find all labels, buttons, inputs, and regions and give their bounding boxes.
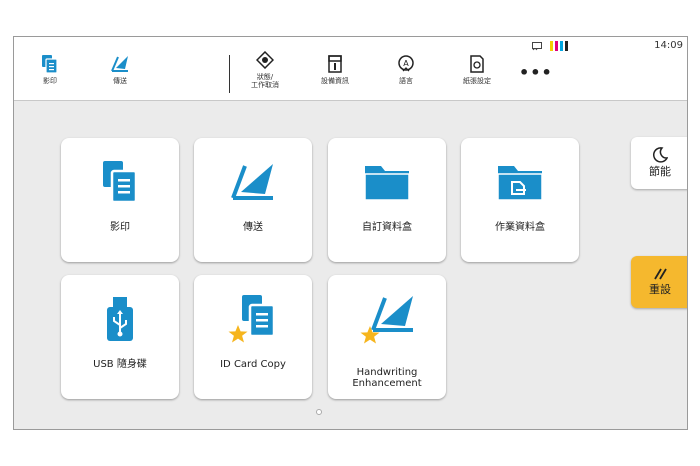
folder-icon xyxy=(357,152,417,212)
job-box-tile-label: 作業資料盒 xyxy=(495,222,545,233)
svg-text:A: A xyxy=(403,59,409,68)
copy-tile[interactable]: 影印 xyxy=(61,138,179,262)
device-info-icon xyxy=(325,54,345,74)
toner-black-indicator xyxy=(565,41,568,51)
top-bar: 影印 傳送 狀態/ 工作取消 設備資訊 A 語言 紙張設定 ••• 14:09 xyxy=(14,37,687,101)
custom-box-tile[interactable]: 自訂資料盒 xyxy=(328,138,446,262)
network-icon xyxy=(532,41,542,50)
device-info-label: 設備資訊 xyxy=(321,76,349,85)
energy-saver-button[interactable]: 節能 xyxy=(631,137,687,189)
reset-icon xyxy=(654,268,667,280)
handwriting-label-line1: Handwriting xyxy=(356,367,418,378)
status-icon xyxy=(255,50,275,70)
job-box-tile[interactable]: 作業資料盒 xyxy=(461,138,579,262)
toolbar-divider xyxy=(229,55,230,93)
status-indicators xyxy=(532,41,568,51)
id-card-copy-tile-label: ID Card Copy xyxy=(220,359,286,370)
energy-saver-label: 節能 xyxy=(649,165,671,178)
moon-icon xyxy=(652,147,668,163)
send-icon xyxy=(223,152,283,212)
id-card-copy-icon xyxy=(223,289,283,349)
id-card-copy-tile[interactable]: ID Card Copy xyxy=(194,275,312,399)
usb-drive-tile-label: USB 隨身碟 xyxy=(93,359,147,370)
send-icon xyxy=(110,54,130,74)
reset-label: 重設 xyxy=(649,283,671,296)
page-indicator-dot xyxy=(316,409,322,415)
copy-shortcut-label: 影印 xyxy=(43,76,57,85)
more-options-button[interactable]: ••• xyxy=(519,63,553,82)
handwriting-enhancement-tile[interactable]: Handwriting Enhancement xyxy=(328,275,446,399)
language-button[interactable]: A 語言 xyxy=(384,37,428,101)
send-tile[interactable]: 傳送 xyxy=(194,138,312,262)
toner-cyan-indicator xyxy=(560,41,563,51)
usb-icon xyxy=(90,289,150,349)
toner-yellow-indicator xyxy=(550,41,553,51)
language-label: 語言 xyxy=(399,76,413,85)
clock: 14:09 xyxy=(654,40,683,51)
copy-icon xyxy=(90,152,150,212)
panel-screen: 影印 傳送 狀態/ 工作取消 設備資訊 A 語言 紙張設定 ••• 14:09 … xyxy=(13,36,688,430)
copy-tile-label: 影印 xyxy=(110,222,130,233)
toner-magenta-indicator xyxy=(555,41,558,51)
custom-box-tile-label: 自訂資料盒 xyxy=(362,222,412,233)
handwriting-label-line2: Enhancement xyxy=(352,378,422,389)
status-job-cancel-button[interactable]: 狀態/ 工作取消 xyxy=(242,37,288,101)
device-info-button[interactable]: 設備資訊 xyxy=(310,37,360,101)
job-box-folder-icon xyxy=(490,152,550,212)
handwriting-enhancement-icon xyxy=(357,289,417,349)
handwriting-enhancement-tile-label: Handwriting Enhancement xyxy=(328,367,446,389)
copy-icon xyxy=(40,54,60,74)
paper-settings-button[interactable]: 紙張設定 xyxy=(454,37,500,101)
paper-settings-label: 紙張設定 xyxy=(463,76,491,85)
paper-settings-icon xyxy=(467,54,487,74)
reset-button[interactable]: 重設 xyxy=(631,256,687,308)
copy-shortcut-button[interactable]: 影印 xyxy=(28,37,72,101)
status-label-line2: 工作取消 xyxy=(251,80,279,89)
status-label-line1: 狀態/ xyxy=(256,72,274,81)
usb-drive-tile[interactable]: USB 隨身碟 xyxy=(61,275,179,399)
send-shortcut-label: 傳送 xyxy=(113,76,127,85)
send-shortcut-button[interactable]: 傳送 xyxy=(98,37,142,101)
send-tile-label: 傳送 xyxy=(243,222,263,233)
language-icon: A xyxy=(396,54,416,74)
